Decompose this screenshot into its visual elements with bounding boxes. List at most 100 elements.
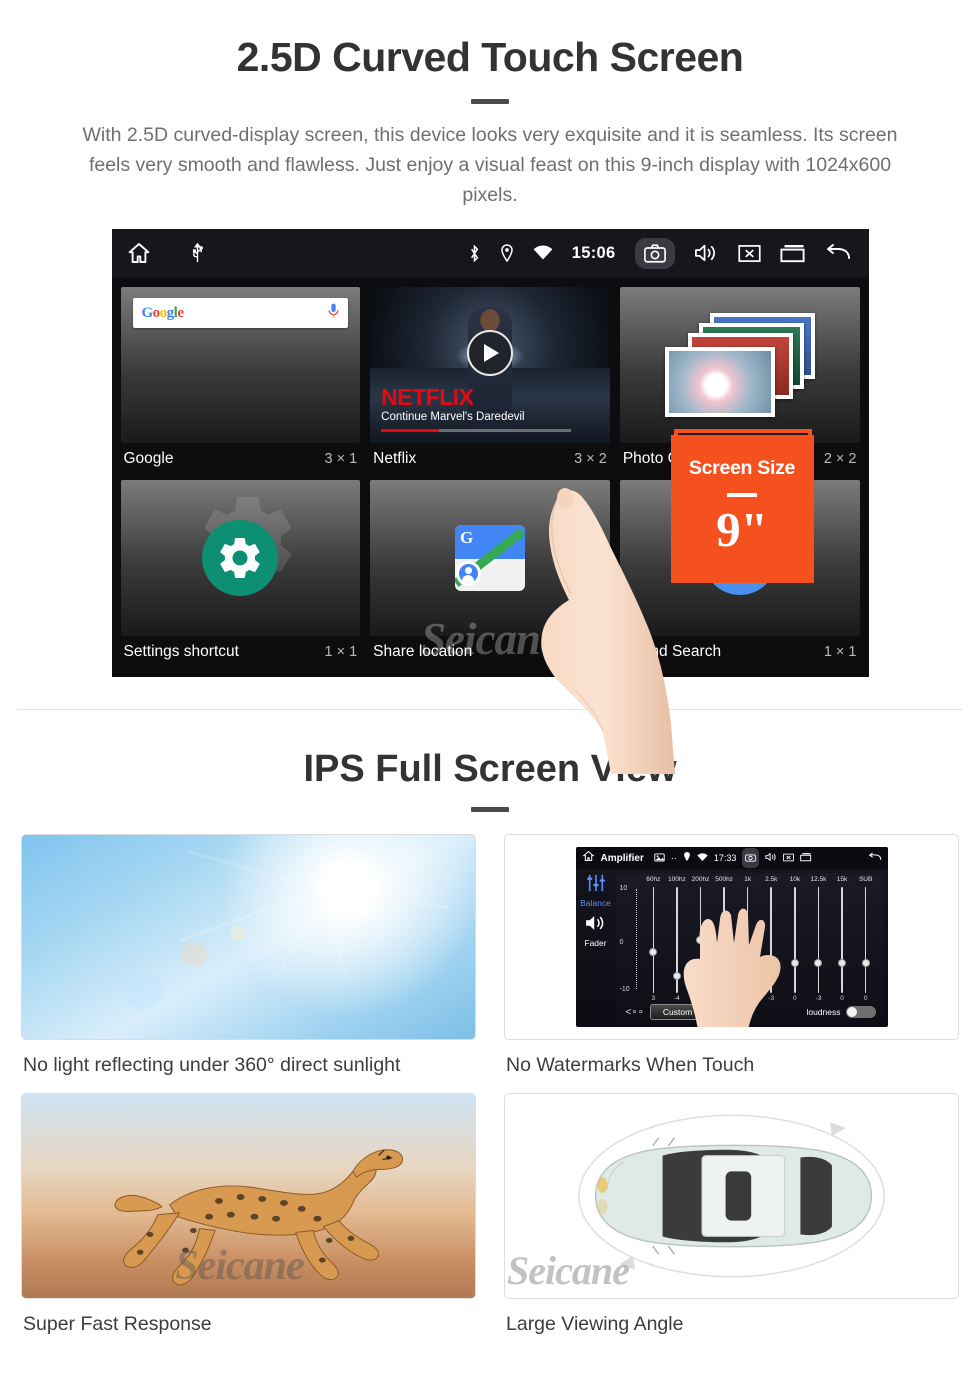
frequency-band-labels: 60hz 100hz 200hz 500hz 1k 2.5k 10k 12.5k… — [616, 873, 884, 883]
feature-card-no-watermarks: Amplifier ·· 17:33 Balance Fader 60hz 10… — [504, 834, 959, 1093]
gain-value: 0 — [863, 995, 868, 1002]
screen-size-badge: Screen Size 9" — [670, 435, 814, 583]
band-label: 2.5k — [765, 876, 778, 883]
status-bar: 15:06 — [111, 229, 869, 277]
settings-icon-wrap — [202, 520, 279, 596]
settings-widget-preview[interactable] — [120, 480, 361, 636]
play-triangle-icon — [484, 343, 500, 362]
card-caption: Super Fast Response — [23, 1313, 212, 1335]
widget-name: Google — [123, 450, 174, 467]
google-logo: Google — [141, 304, 185, 321]
widget-label-row: Google 3 × 1 — [121, 443, 361, 472]
android-device-screenshot: 15:06 Google Google 3 × 1 NETFLIX Contin… — [111, 229, 869, 774]
wifi-icon — [697, 849, 708, 867]
google-maps-icon[interactable]: G — [454, 525, 525, 591]
amplifier-title: Amplifier — [600, 852, 644, 864]
sunlight-photo — [22, 835, 475, 1039]
band-label: 500hz — [715, 876, 733, 883]
recents-icon[interactable] — [779, 243, 806, 263]
curved-touch-screen-section: 2.5D Curved Touch Screen With 2.5D curve… — [0, 0, 980, 774]
gallery-icon[interactable] — [654, 849, 665, 867]
mic-icon[interactable] — [328, 303, 339, 324]
netflix-character-head — [480, 308, 500, 331]
ips-full-screen-section: IPS Full Screen View No light reflecting… — [0, 710, 980, 1352]
loudness-label: loudness — [806, 1007, 841, 1017]
netflix-artwork: NETFLIX Continue Marvel's Daredevil — [370, 287, 610, 443]
wifi-icon — [533, 245, 553, 261]
band-label: 200hz — [691, 876, 710, 883]
camera-icon[interactable] — [634, 237, 675, 269]
intro-paragraph: With 2.5D curved-display screen, this de… — [82, 124, 898, 206]
card-caption: No Watermarks When Touch — [506, 1054, 755, 1076]
widget-label-row: Sound Search 1 × 1 — [620, 636, 860, 665]
loudness-toggle[interactable] — [845, 1006, 876, 1018]
back-arrow-icon[interactable] — [867, 849, 882, 867]
home-icon[interactable] — [126, 241, 152, 265]
equalizer-sliders-icon[interactable] — [585, 874, 607, 896]
photo-thumb-flower — [664, 347, 775, 417]
band-label: 10k — [789, 876, 801, 883]
widget-name: Netflix — [373, 450, 417, 467]
close-icon[interactable] — [783, 849, 795, 867]
photo-gallery-preview[interactable] — [619, 287, 860, 443]
card-caption: Large Viewing Angle — [506, 1313, 684, 1335]
gear-icon[interactable] — [202, 520, 279, 596]
section-title-underline — [471, 807, 509, 812]
seicane-watermark: Seicane — [507, 1248, 630, 1293]
widget-settings-shortcut[interactable]: Settings shortcut 1 × 1 — [116, 476, 366, 669]
speaker-icon[interactable] — [576, 914, 616, 937]
widget-size: 3 × 1 — [324, 451, 358, 467]
hand-touching-illustration — [683, 908, 780, 1027]
more-icon[interactable]: ·· — [671, 853, 677, 863]
card-frame: Seicane — [504, 1093, 959, 1299]
home-icon[interactable] — [581, 849, 595, 867]
netflix-subtitle: Continue Marvel's Daredevil — [381, 411, 525, 423]
volume-icon[interactable] — [694, 243, 719, 263]
avatar-person-icon — [458, 564, 478, 583]
feature-card-sunlight: No light reflecting under 360° direct su… — [21, 834, 476, 1093]
feature-card-viewing-angle: Seicane Large Viewing Angle — [504, 1093, 959, 1352]
prev-preset-icon[interactable]: <∘∘ — [626, 1007, 644, 1018]
back-icon[interactable] — [825, 244, 851, 262]
amplifier-clock: 17:33 — [713, 853, 737, 863]
amplifier-screenshot: Amplifier ·· 17:33 Balance Fader 60hz 10… — [505, 835, 958, 1039]
card-frame — [21, 834, 476, 1040]
card-frame: Amplifier ·· 17:33 Balance Fader 60hz 10… — [504, 834, 959, 1040]
eq-slider — [830, 887, 854, 993]
gain-value: -3 — [815, 995, 822, 1002]
card-caption: No light reflecting under 360° direct su… — [23, 1054, 401, 1076]
fader-label[interactable]: Fader — [576, 938, 616, 948]
camera-icon[interactable] — [742, 848, 760, 868]
band-label: SUB — [858, 876, 873, 883]
widget-label-row: Settings shortcut 1 × 1 — [121, 636, 361, 665]
bluetooth-icon — [468, 244, 481, 263]
google-search-bar[interactable]: Google — [132, 298, 349, 328]
google-widget-preview[interactable]: Google — [120, 287, 361, 443]
widget-google[interactable]: Google Google 3 × 1 — [116, 283, 366, 476]
netflix-widget-preview[interactable]: NETFLIX Continue Marvel's Daredevil — [370, 287, 610, 443]
loudness-control[interactable]: loudness — [806, 1006, 876, 1018]
seicane-watermark: Seicane — [421, 614, 560, 664]
clock: 15:06 — [571, 243, 616, 262]
feature-cards-grid: No light reflecting under 360° direct su… — [21, 834, 959, 1352]
seicane-watermark: Seicane — [175, 1243, 304, 1289]
play-button[interactable] — [466, 329, 513, 376]
amplifier-status-bar: Amplifier ·· 17:33 — [575, 847, 888, 869]
car-topview-photo: Seicane — [505, 1094, 958, 1298]
balance-label[interactable]: Balance — [576, 898, 616, 908]
section-title: IPS Full Screen View — [303, 748, 677, 790]
photo-stack-icon — [664, 313, 815, 417]
widget-netflix[interactable]: NETFLIX Continue Marvel's Daredevil Netf… — [365, 283, 615, 476]
volume-icon[interactable] — [765, 849, 777, 867]
usb-icon — [190, 242, 205, 264]
title-underline — [471, 99, 509, 104]
band-label: 100hz — [668, 876, 686, 883]
eq-slider — [807, 887, 831, 993]
close-icon[interactable] — [737, 244, 761, 263]
band-label: 12.5k — [810, 876, 827, 883]
widget-name: Settings shortcut — [123, 643, 239, 660]
netflix-brand: NETFLIX — [381, 384, 474, 410]
recents-icon[interactable] — [800, 849, 812, 867]
badge-label: Screen Size — [688, 457, 796, 479]
widget-label-row: Netflix 3 × 2 — [370, 443, 610, 472]
